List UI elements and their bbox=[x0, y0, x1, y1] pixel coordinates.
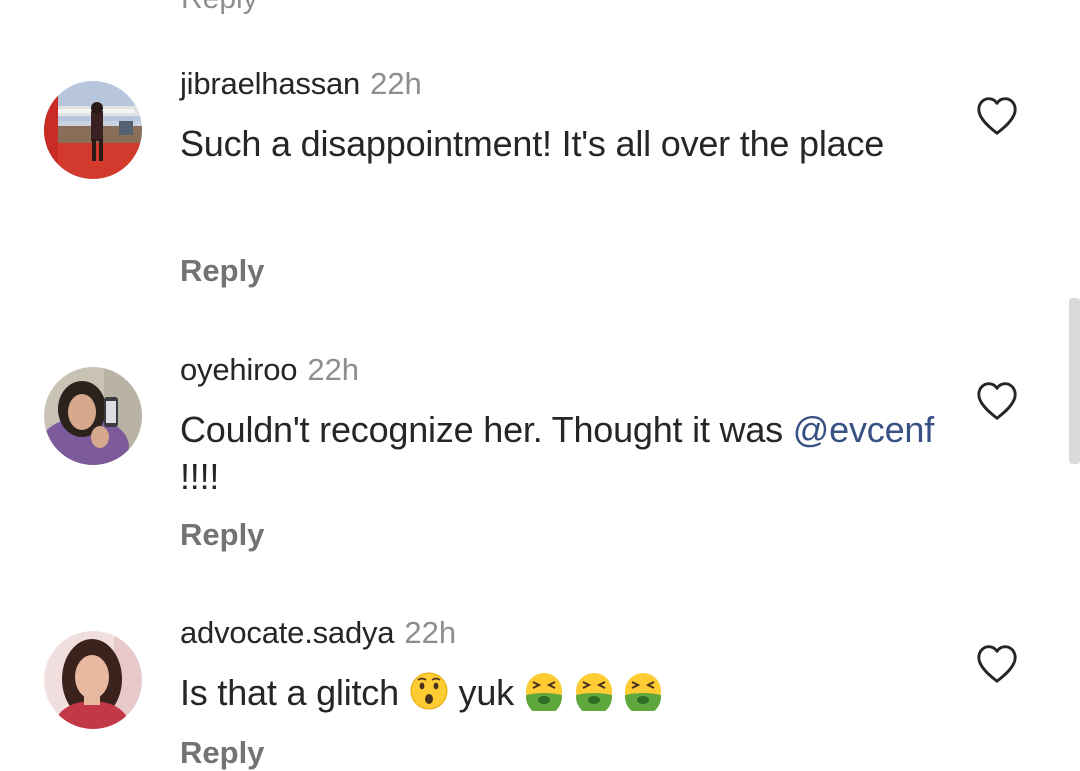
comment-meta: oyehiroo 22h bbox=[180, 352, 359, 388]
heart-outline-icon[interactable] bbox=[975, 644, 1019, 684]
reply-button[interactable]: Reply bbox=[180, 735, 264, 771]
comment-text-part: Couldn't recognize her. Thought it was bbox=[180, 409, 783, 450]
username[interactable]: advocate.sadya bbox=[180, 615, 395, 650]
nauseated-face-emoji bbox=[625, 673, 662, 711]
comment-meta: jibraelhassan 22h bbox=[180, 66, 422, 102]
heart-outline-icon[interactable] bbox=[975, 381, 1019, 421]
username[interactable]: oyehiroo bbox=[180, 352, 298, 387]
comment-text-part: !!!! bbox=[180, 456, 220, 497]
woman-portrait-photo bbox=[44, 631, 142, 729]
comment-text-part: yuk bbox=[458, 672, 515, 713]
timestamp: 22h bbox=[404, 615, 457, 650]
nauseated-face-emoji bbox=[575, 673, 612, 711]
username[interactable]: jibraelhassan bbox=[180, 66, 360, 101]
hushed-face-emoji bbox=[410, 672, 448, 710]
comment-text: Couldn't recognize her. Thought it was @… bbox=[180, 406, 940, 500]
avatar[interactable] bbox=[44, 81, 142, 179]
avatar[interactable] bbox=[44, 367, 142, 465]
woman-selfie-photo bbox=[44, 367, 142, 465]
timestamp: 22h bbox=[307, 352, 360, 387]
avatar[interactable] bbox=[44, 631, 142, 729]
mention-link[interactable]: @evcenf bbox=[793, 409, 934, 450]
partial-reply-link[interactable]: Reply bbox=[181, 0, 258, 16]
timestamp: 22h bbox=[370, 66, 422, 101]
scrollbar-thumb[interactable] bbox=[1069, 298, 1080, 464]
comment-meta: advocate.sadya 22h bbox=[180, 615, 456, 651]
stage-performer-photo bbox=[44, 81, 142, 179]
nauseated-face-emoji bbox=[525, 673, 562, 711]
comment-text-part: Is that a glitch bbox=[180, 672, 399, 713]
heart-outline-icon[interactable] bbox=[975, 96, 1019, 136]
reply-button[interactable]: Reply bbox=[180, 253, 264, 289]
comment-text: Such a disappointment! It's all over the… bbox=[180, 123, 885, 164]
reply-button[interactable]: Reply bbox=[180, 517, 264, 553]
comment-text: Is that a glitch yuk bbox=[180, 669, 940, 716]
